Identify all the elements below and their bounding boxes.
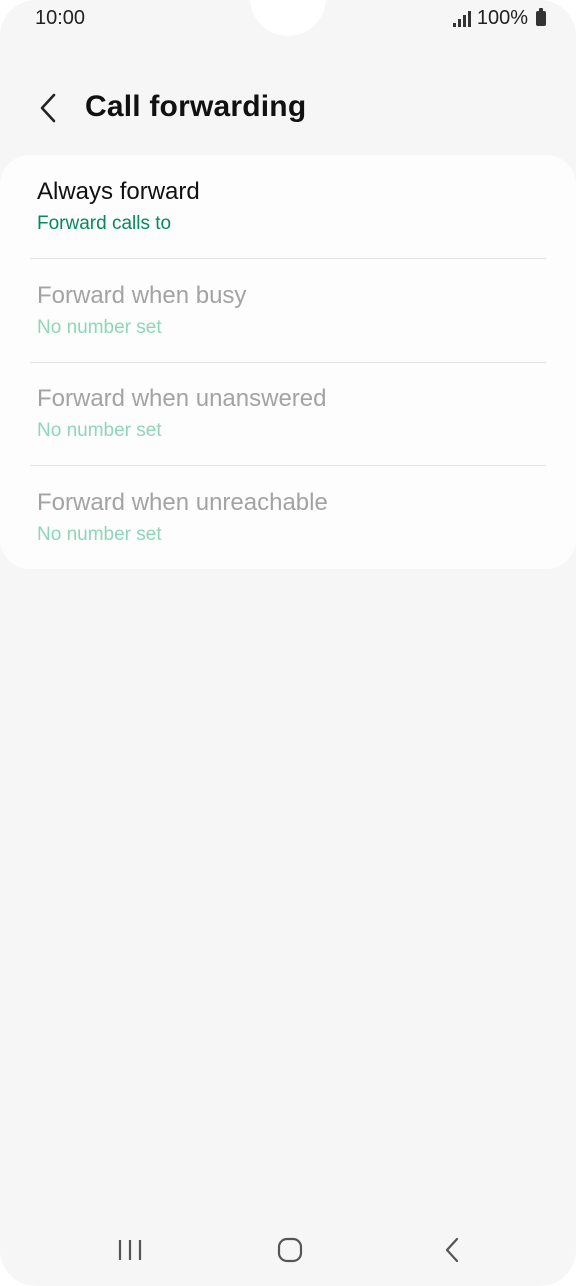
forwarding-options-card: Always forward Forward calls to Forward … xyxy=(0,155,576,569)
page-title: Call forwarding xyxy=(85,90,307,123)
app-header: Call forwarding xyxy=(0,78,576,138)
nav-back-button[interactable] xyxy=(412,1220,492,1280)
back-icon xyxy=(445,1237,459,1263)
option-subtitle: Forward calls to xyxy=(37,213,172,234)
option-always-forward[interactable]: Always forward Forward calls to xyxy=(0,155,576,258)
home-icon xyxy=(277,1237,303,1263)
option-subtitle: No number set xyxy=(37,524,162,545)
option-subtitle: No number set xyxy=(37,420,162,441)
option-subtitle: No number set xyxy=(37,317,162,338)
phone-screen: 10:00 100% Call forwarding Always forwar… xyxy=(0,0,576,1286)
status-indicators: 100% xyxy=(452,7,546,30)
signal-icon xyxy=(452,10,471,27)
option-forward-when-unreachable[interactable]: Forward when unreachable No number set xyxy=(0,466,576,569)
navigation-bar xyxy=(0,1220,576,1280)
chevron-left-icon xyxy=(40,93,56,123)
recent-apps-icon xyxy=(118,1240,142,1260)
battery-icon xyxy=(536,8,546,26)
battery-percentage: 100% xyxy=(476,7,528,29)
status-bar: 10:00 100% xyxy=(0,0,576,38)
option-title: Forward when busy xyxy=(37,282,247,309)
status-time: 10:00 xyxy=(35,7,86,29)
option-title: Always forward xyxy=(37,178,200,205)
option-forward-when-unanswered[interactable]: Forward when unanswered No number set xyxy=(0,362,576,465)
back-button[interactable] xyxy=(30,86,66,130)
option-title: Forward when unanswered xyxy=(37,385,327,412)
recent-apps-button[interactable] xyxy=(90,1220,170,1280)
option-title: Forward when unreachable xyxy=(37,489,328,516)
option-forward-when-busy[interactable]: Forward when busy No number set xyxy=(0,259,576,362)
home-button[interactable] xyxy=(250,1220,330,1280)
